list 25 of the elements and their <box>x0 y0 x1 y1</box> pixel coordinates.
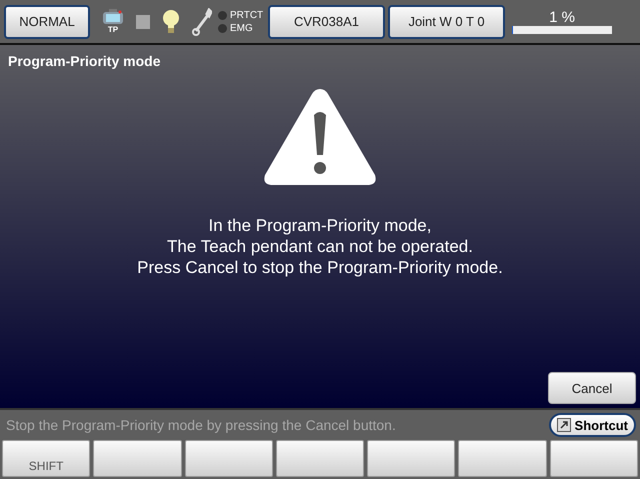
message-line: Press Cancel to stop the Program-Priority mode. <box>137 257 503 278</box>
wrench-icon <box>192 8 212 36</box>
function-key[interactable]: SHIFT <box>2 440 90 477</box>
function-key[interactable] <box>367 440 456 477</box>
message-line: In the Program-Priority mode, <box>208 215 432 236</box>
override-reading: 1 % <box>549 9 575 26</box>
function-key[interactable] <box>550 440 638 477</box>
lamp-label: PRTCT <box>230 10 264 20</box>
function-key[interactable] <box>93 440 182 477</box>
function-key[interactable] <box>184 440 273 477</box>
function-key[interactable] <box>458 440 547 477</box>
screen-title: Program-Priority mode <box>7 52 162 71</box>
shortcut-button[interactable]: Shortcut <box>548 413 636 437</box>
pendant-icon <box>102 9 124 25</box>
mode-button[interactable]: NORMAL <box>4 4 90 38</box>
cancel-button[interactable]: Cancel <box>548 372 636 404</box>
status-message: Stop the Program-Priority mode by pressing the Cancel button. <box>6 417 396 433</box>
square-icon <box>136 14 150 28</box>
coordinate-button[interactable]: Joint W 0 T 0 <box>388 4 505 38</box>
light-bulb-icon <box>162 8 180 34</box>
lamp-label: EMG <box>230 22 253 34</box>
function-key[interactable] <box>276 440 364 477</box>
program-button[interactable]: CVR038A1 <box>268 4 385 38</box>
message-line: The Teach pendant can not be operated. <box>166 236 474 257</box>
tp-label: TP <box>108 25 118 34</box>
